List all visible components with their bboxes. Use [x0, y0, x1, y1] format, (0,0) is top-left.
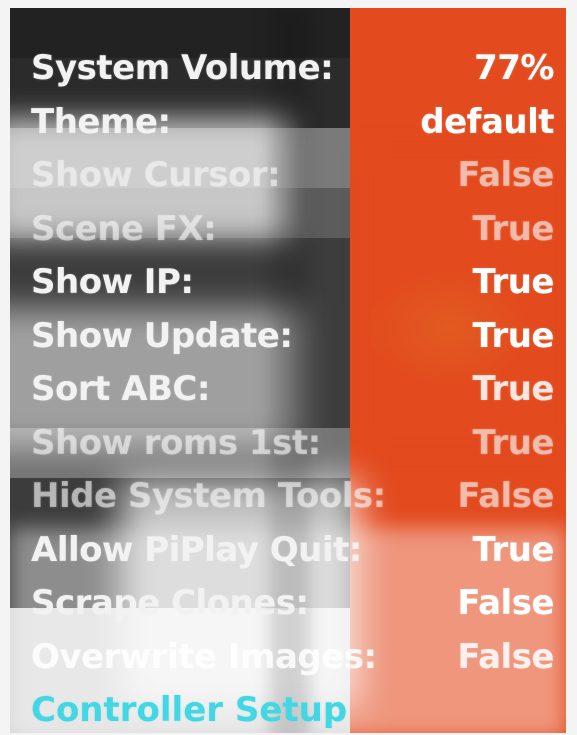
menu-item-label: Sort ABC:	[31, 369, 210, 409]
menu-item-value: True	[472, 208, 555, 249]
menu-item-value: True	[472, 369, 555, 409]
menu-item-value: True	[472, 315, 555, 356]
menu-item-scrape-clones[interactable]: Scrape Clones: False	[31, 577, 554, 631]
menu-item-hide-system-tools[interactable]: Hide System Tools: False	[31, 470, 554, 524]
menu-item-label: Scene FX:	[31, 208, 217, 249]
menu-item-value: True	[472, 529, 555, 570]
menu-item-label: Scrape Clones:	[31, 583, 309, 623]
menu-item-value: False	[457, 476, 554, 516]
menu-item-value: False	[457, 155, 554, 195]
menu-item-overwrite-images[interactable]: Overwrite Images: False	[31, 631, 554, 685]
menu-item-show-roms-first[interactable]: Show roms 1st: True	[31, 417, 554, 471]
menu-item-label: Show Cursor:	[31, 155, 281, 195]
menu-item-label: Show Update:	[31, 315, 293, 356]
menu-item-value: False	[457, 583, 554, 623]
menu-item-label: System Volume:	[31, 48, 334, 88]
menu-item-value: True	[472, 422, 555, 463]
menu-item-value: default	[420, 101, 554, 142]
settings-menu: System Volume: 77% Theme: default Show C…	[31, 42, 554, 733]
menu-item-label: Allow PiPlay Quit:	[31, 529, 362, 570]
menu-item-scene-fx[interactable]: Scene FX: True	[31, 203, 554, 257]
menu-item-show-cursor[interactable]: Show Cursor: False	[31, 149, 554, 203]
menu-item-show-update[interactable]: Show Update: True	[31, 310, 554, 364]
controller-setup-link[interactable]: Controller Setup	[31, 684, 554, 733]
menu-item-label: Show roms 1st:	[31, 422, 321, 463]
menu-item-label: Hide System Tools:	[31, 476, 386, 516]
screen-background: System Volume: 77% Theme: default Show C…	[10, 8, 566, 733]
menu-item-value: 77%	[474, 48, 554, 88]
menu-item-show-ip[interactable]: Show IP: True	[31, 256, 554, 310]
menu-item-label: Theme:	[31, 101, 171, 142]
menu-item-theme[interactable]: Theme: default	[31, 96, 554, 150]
menu-item-label: Show IP:	[31, 262, 194, 302]
menu-item-value: False	[457, 636, 554, 677]
menu-item-label: Overwrite Images:	[31, 636, 377, 677]
menu-item-value: True	[472, 262, 555, 302]
menu-item-system-volume[interactable]: System Volume: 77%	[31, 42, 554, 96]
photo-frame: System Volume: 77% Theme: default Show C…	[0, 0, 577, 735]
menu-item-sort-abc[interactable]: Sort ABC: True	[31, 363, 554, 417]
menu-item-allow-piplay-quit[interactable]: Allow PiPlay Quit: True	[31, 524, 554, 578]
